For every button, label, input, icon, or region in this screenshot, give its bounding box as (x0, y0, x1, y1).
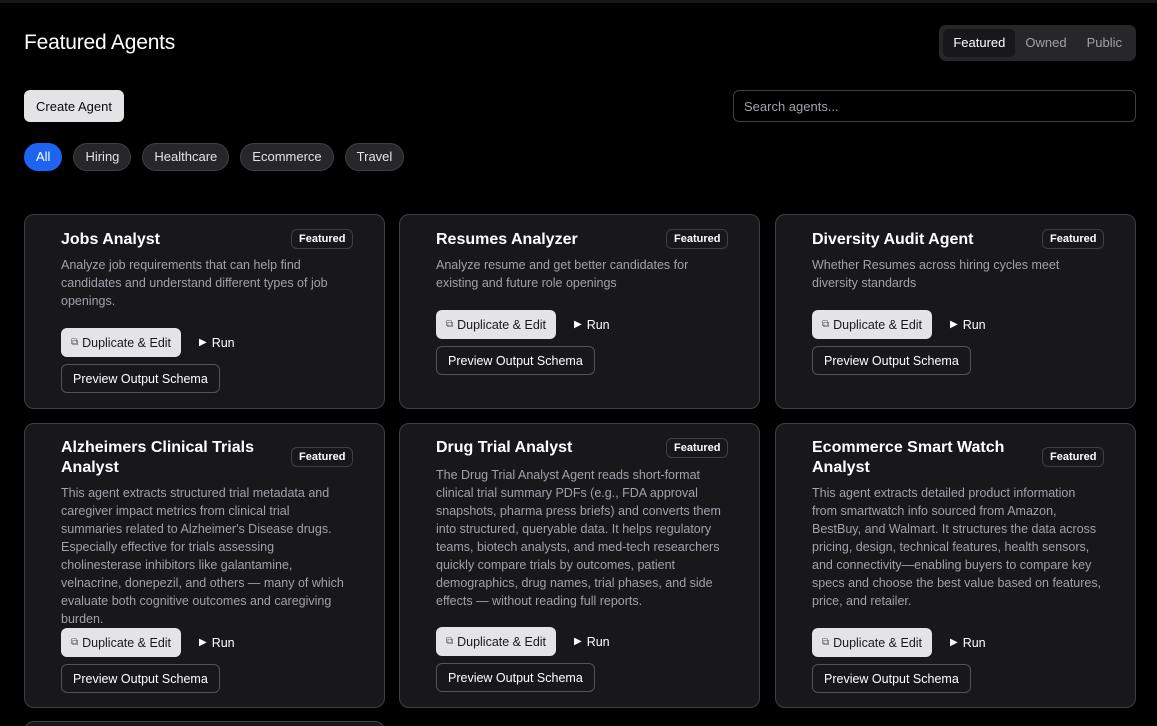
run-label: Run (211, 635, 235, 650)
copy-icon: ⧉ (445, 636, 454, 647)
copy-icon: ⧉ (821, 319, 830, 330)
category-healthcare[interactable]: Healthcare (142, 143, 230, 171)
agent-card: Diversity Audit Agent Featured Whether R… (775, 214, 1136, 409)
duplicate-edit-label: Duplicate & Edit (82, 335, 172, 350)
agent-title: Alzheimers Clinical Trials Analyst (61, 439, 254, 476)
run-label: Run (211, 335, 235, 350)
tab-owned[interactable]: Owned (1015, 29, 1076, 57)
agent-title: Diversity Audit Agent (812, 231, 974, 248)
agent-title: Drug Trial Analyst (436, 439, 573, 456)
duplicate-edit-label: Duplicate & Edit (457, 634, 547, 649)
agent-description: The Drug Trial Analyst Agent reads short… (436, 468, 721, 608)
play-icon: ▶ (199, 337, 207, 348)
duplicate-edit-label: Duplicate & Edit (833, 317, 923, 332)
preview-output-schema-button[interactable]: Preview Output Schema (61, 664, 220, 693)
duplicate-edit-label: Duplicate & Edit (82, 635, 172, 650)
run-label: Run (586, 317, 610, 332)
run-button[interactable]: ▶ Run (199, 328, 235, 357)
run-button[interactable]: ▶ Run (199, 628, 235, 657)
top-border (0, 0, 1157, 3)
run-button[interactable]: ▶ Run (950, 310, 986, 339)
agent-description: This agent extracts detailed product inf… (812, 486, 1102, 608)
agent-card-partial (24, 721, 385, 726)
run-label: Run (962, 317, 986, 332)
agent-card: Alzheimers Clinical Trials Analyst Featu… (24, 423, 385, 708)
play-icon: ▶ (950, 319, 958, 330)
duplicate-edit-label: Duplicate & Edit (833, 635, 923, 650)
agent-description: Analyze job requirements that can help f… (61, 258, 328, 308)
agent-card: Ecommerce Smart Watch Analyst Featured T… (775, 423, 1136, 708)
agent-description: This agent extracts structured trial met… (61, 486, 344, 626)
search-input[interactable] (733, 90, 1136, 122)
duplicate-edit-button[interactable]: ⧉ Duplicate & Edit (436, 627, 556, 656)
featured-badge: Featured (1042, 229, 1105, 249)
category-hiring[interactable]: Hiring (73, 143, 132, 171)
preview-output-schema-button[interactable]: Preview Output Schema (812, 664, 971, 693)
play-icon: ▶ (950, 637, 958, 648)
featured-badge: Featured (666, 229, 729, 249)
duplicate-edit-button[interactable]: ⧉ Duplicate & Edit (61, 328, 181, 357)
duplicate-edit-button[interactable]: ⧉ Duplicate & Edit (436, 310, 556, 339)
agent-title: Jobs Analyst (61, 231, 160, 248)
copy-icon: ⧉ (70, 637, 79, 648)
tab-public[interactable]: Public (1077, 29, 1132, 57)
preview-output-schema-button[interactable]: Preview Output Schema (436, 663, 595, 692)
copy-icon: ⧉ (821, 637, 830, 648)
run-button[interactable]: ▶ Run (950, 628, 986, 657)
category-all[interactable]: All (24, 143, 63, 171)
agent-card: Jobs Analyst Featured Analyze job requir… (24, 214, 385, 409)
copy-icon: ⧉ (70, 337, 79, 348)
featured-badge: Featured (291, 447, 354, 467)
page-title: Featured Agents (24, 31, 176, 54)
agent-description: Whether Resumes across hiring cycles mee… (812, 258, 1060, 290)
copy-icon: ⧉ (445, 319, 454, 330)
play-icon: ▶ (199, 637, 207, 648)
preview-output-schema-button[interactable]: Preview Output Schema (812, 346, 971, 375)
run-button[interactable]: ▶ Run (574, 310, 610, 339)
play-icon: ▶ (574, 636, 582, 647)
tab-featured[interactable]: Featured (943, 29, 1016, 57)
preview-output-schema-button[interactable]: Preview Output Schema (61, 364, 220, 393)
run-label: Run (586, 634, 610, 649)
duplicate-edit-button[interactable]: ⧉ Duplicate & Edit (812, 628, 932, 657)
duplicate-edit-button[interactable]: ⧉ Duplicate & Edit (812, 310, 932, 339)
preview-output-schema-button[interactable]: Preview Output Schema (436, 346, 595, 375)
featured-badge: Featured (1042, 447, 1105, 467)
category-ecommerce[interactable]: Ecommerce (240, 143, 334, 171)
play-icon: ▶ (574, 319, 582, 330)
agent-card: Resumes Analyzer Featured Analyze resume… (399, 214, 760, 409)
agent-title: Resumes Analyzer (436, 231, 578, 248)
featured-badge: Featured (291, 229, 354, 249)
featured-badge: Featured (666, 438, 729, 458)
agent-description: Analyze resume and get better candidates… (436, 258, 689, 290)
agent-title: Ecommerce Smart Watch Analyst (812, 439, 1005, 476)
run-button[interactable]: ▶ Run (574, 627, 610, 656)
create-agent-button[interactable]: Create Agent (24, 90, 124, 122)
duplicate-edit-button[interactable]: ⧉ Duplicate & Edit (61, 628, 181, 657)
agent-card: Drug Trial Analyst Featured The Drug Tri… (399, 423, 760, 708)
category-travel[interactable]: Travel (344, 143, 405, 171)
filter-tabs: Featured Owned Public (939, 25, 1136, 61)
run-label: Run (962, 635, 986, 650)
category-filters: All Hiring Healthcare Ecommerce Travel (24, 143, 405, 171)
duplicate-edit-label: Duplicate & Edit (457, 317, 547, 332)
